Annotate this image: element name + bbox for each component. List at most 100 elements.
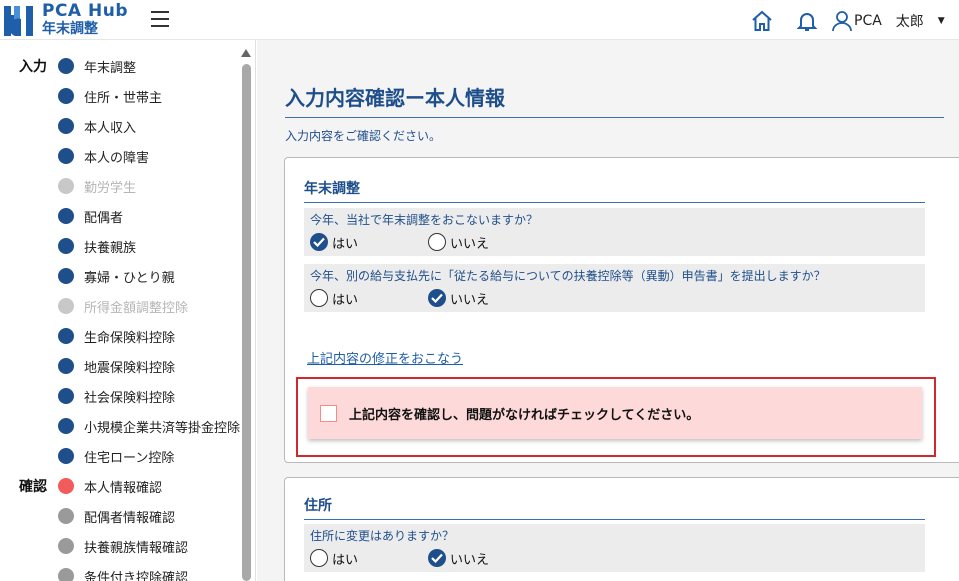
step-label: 寡婦・ひとり親 xyxy=(84,270,175,286)
sidebar-step[interactable]: 住所・世帯主 xyxy=(0,81,240,111)
sidebar-step[interactable]: 本人の障害 xyxy=(0,141,240,171)
radio-icon xyxy=(428,549,446,567)
scrollbar-thumb[interactable] xyxy=(242,64,251,581)
step-label: 生命保険料控除 xyxy=(84,330,176,346)
radio-label: はい xyxy=(332,236,359,252)
step-group-label: 確認 xyxy=(19,479,47,495)
step-status-dot xyxy=(58,58,74,74)
radio-label: いいえ xyxy=(450,236,490,252)
chevron-down-icon: ▼ xyxy=(937,16,945,26)
step-label: 小規模企業共済等掛金控除 xyxy=(84,420,240,436)
question-box: 今年、別の給与支払先に「従たる給与についての扶養控除等（異動）申告書」を提出しま… xyxy=(304,264,925,312)
step-label: 年末調整 xyxy=(84,60,137,76)
radio-icon xyxy=(310,549,328,567)
section-title: 年末調整 xyxy=(304,178,925,203)
sidebar-step[interactable]: 小規模企業共済等掛金控除 xyxy=(0,411,240,441)
sidebar-step[interactable]: 確認 本人情報確認 xyxy=(0,471,240,501)
modify-link[interactable]: 上記内容の修正をおこなう xyxy=(307,348,463,367)
step-label: 条件付き控除確認 xyxy=(84,570,189,581)
step-status-dot xyxy=(58,148,74,164)
confirm-text: 上記内容を確認し、問題がなければチェックしてください。 xyxy=(349,407,700,423)
brand-subtitle: 年末調整 xyxy=(42,21,98,37)
radio-label: いいえ xyxy=(450,552,490,568)
sidebar-step[interactable]: 扶養親族情報確認 xyxy=(0,531,240,561)
question-text: 住所に変更はありますか？ xyxy=(310,529,455,543)
step-status-dot xyxy=(58,448,74,464)
radio-yes[interactable]: はい xyxy=(310,549,428,568)
sidebar-step[interactable]: 地震保険料控除 xyxy=(0,351,240,381)
sidebar-step[interactable]: 所得金額調整控除 xyxy=(0,291,240,321)
radio-icon xyxy=(310,233,328,251)
step-status-dot xyxy=(58,238,74,254)
pca-logo-icon xyxy=(4,6,33,36)
menu-toggle-button[interactable] xyxy=(151,11,171,29)
sidebar-step[interactable]: 住宅ローン控除 xyxy=(0,441,240,471)
step-status-dot xyxy=(58,328,74,344)
confirm-checkbox[interactable] xyxy=(320,404,337,422)
sidebar-step[interactable]: 生命保険料控除 xyxy=(0,321,240,351)
section-card-nenmatsu: 年末調整 今年、当社で年末調整をおこないますか？ はい いいえ 今年、別の給与支… xyxy=(284,157,959,463)
sidebar-step[interactable]: 入力 年末調整 xyxy=(0,51,240,81)
sidebar-step[interactable]: 条件付き控除確認 xyxy=(0,561,240,581)
bell-icon[interactable] xyxy=(795,9,819,33)
radio-no[interactable]: いいえ xyxy=(428,233,489,252)
step-label: 地震保険料控除 xyxy=(84,360,176,376)
step-status-dot xyxy=(58,508,74,524)
radio-no[interactable]: いいえ xyxy=(428,289,489,308)
radio-no[interactable]: いいえ xyxy=(428,549,489,568)
step-label: 配偶者情報確認 xyxy=(84,510,176,526)
step-status-dot xyxy=(58,118,74,134)
step-label: 住所・世帯主 xyxy=(84,90,163,106)
radio-yes[interactable]: はい xyxy=(310,233,428,252)
radio-icon xyxy=(310,289,328,307)
user-name: PCA xyxy=(854,13,882,29)
radio-group: はい いいえ xyxy=(310,288,919,308)
user-menu[interactable]: PCA 太郎 ▼ xyxy=(832,9,945,33)
question-box: 今年、当社で年末調整をおこないますか？ はい いいえ xyxy=(304,208,925,256)
step-status-dot xyxy=(58,268,74,284)
step-label: 所得金額調整控除 xyxy=(84,300,189,316)
app-header: PCA Hub 年末調整 PCA 太郎 ▼ xyxy=(0,0,959,40)
section-card-address: 住所 住所に変更はありますか？ はい いいえ xyxy=(284,477,959,581)
sidebar-step[interactable]: 扶養親族 xyxy=(0,231,240,261)
step-status-dot xyxy=(58,418,74,434)
sidebar-step[interactable]: 配偶者情報確認 xyxy=(0,501,240,531)
radio-label: いいえ xyxy=(450,292,490,308)
user-icon xyxy=(832,11,852,32)
step-label: 社会保険料控除 xyxy=(84,390,176,406)
sidebar: 入力 年末調整住所・世帯主本人収入本人の障害勤労学生配偶者扶養親族寡婦・ひとり親所… xyxy=(0,40,256,581)
sidebar-step[interactable]: 本人収入 xyxy=(0,111,240,141)
sidebar-step[interactable]: 寡婦・ひとり親 xyxy=(0,261,240,291)
home-icon[interactable] xyxy=(750,9,774,33)
page-title: 入力内容確認ー本人情報 xyxy=(285,82,944,118)
confirm-checkbox-row[interactable]: 上記内容を確認し、問題がなければチェックしてください。 xyxy=(308,387,922,439)
main-content: 入力内容確認ー本人情報 入力内容をご確認ください。 年末調整 今年、当社で年末調… xyxy=(257,40,959,581)
step-status-dot xyxy=(58,478,74,494)
radio-group: はい いいえ xyxy=(310,548,919,568)
sidebar-step[interactable]: 配偶者 xyxy=(0,201,240,231)
step-status-dot xyxy=(58,88,74,104)
step-label: 配偶者 xyxy=(84,210,124,226)
step-status-dot xyxy=(58,388,74,404)
sidebar-step[interactable]: 勤労学生 xyxy=(0,171,240,201)
step-status-dot xyxy=(58,538,74,554)
radio-icon xyxy=(428,289,446,307)
sidebar-step[interactable]: 社会保険料控除 xyxy=(0,381,240,411)
radio-yes[interactable]: はい xyxy=(310,289,428,308)
step-label: 本人の障害 xyxy=(84,150,150,166)
question-text: 今年、当社で年末調整をおこないますか？ xyxy=(310,213,539,227)
scroll-up-arrow-icon[interactable] xyxy=(241,49,251,57)
radio-label: はい xyxy=(332,292,359,308)
sidebar-scrollbar[interactable] xyxy=(240,40,252,581)
confirm-highlight: 上記内容を確認し、問題がなければチェックしてください。 xyxy=(296,377,936,457)
step-group-label: 入力 xyxy=(19,59,47,75)
step-label: 本人情報確認 xyxy=(84,480,163,496)
step-label: 扶養親族情報確認 xyxy=(84,540,189,556)
step-status-dot xyxy=(58,178,74,194)
radio-icon xyxy=(428,233,446,251)
step-status-dot xyxy=(58,208,74,224)
user-name-2: 太郎 xyxy=(895,14,924,30)
step-label: 扶養親族 xyxy=(84,240,137,256)
step-label: 勤労学生 xyxy=(84,180,137,196)
brand: PCA Hub 年末調整 xyxy=(42,2,128,38)
